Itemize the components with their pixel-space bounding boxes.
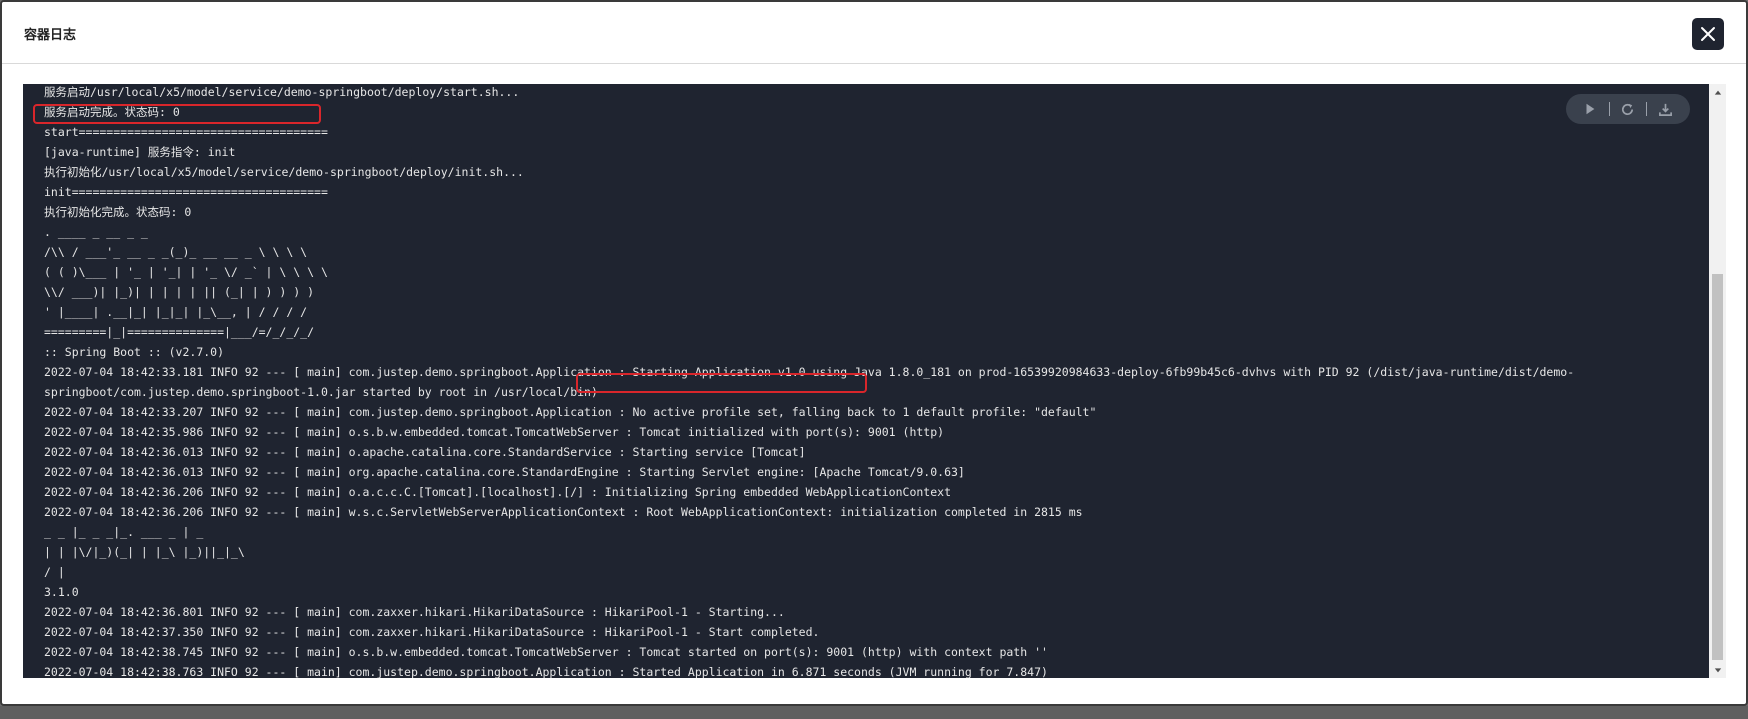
modal-backdrop [0,706,1748,719]
scroll-up-arrow-icon[interactable] [1709,84,1726,101]
ascii-banner-line: | | |\/|_)(_| | |_\ |_)||_|_\ [44,545,245,559]
ascii-banner-line: =========|_|==============|___/=/_/_/_/ [44,325,315,339]
log-line: 2022-07-04 18:42:36.206 INFO 92 --- [ ma… [44,505,1083,519]
ascii-banner-line: / | [44,565,65,579]
log-line: init====================================… [44,185,328,199]
refresh-icon [1622,103,1634,115]
toolbar-divider [1646,102,1648,116]
highlight-start-marker [33,104,321,124]
ascii-banner-line: /\\ / ___'_ __ _ _(_)_ __ __ _ \ \ \ \ [44,245,308,259]
log-line: 2022-07-04 18:42:38.763 INFO 92 --- [ ma… [44,665,1048,678]
log-line: 2022-07-04 18:42:38.745 INFO 92 --- [ ma… [44,645,1048,659]
ascii-banner-line: . ____ _ __ _ _ [44,225,148,239]
ascii-banner-line: ' |____| .__|_| |_|_| |_\__, | / / / / [44,305,308,319]
close-icon [1701,27,1715,41]
highlight-tomcat-initialized [576,373,867,393]
download-button[interactable] [1656,99,1676,119]
log-line: 3.1.0 [44,585,79,599]
dialog-title: 容器日志 [24,28,77,43]
log-viewer[interactable]: 服务启动/usr/local/x5/model/service/demo-spr… [23,84,1726,678]
log-toolbar [1566,94,1690,124]
log-line-tomcat-init: 2022-07-04 18:42:35.986 INFO 92 --- [ ma… [44,425,945,439]
log-line: 2022-07-04 18:42:33.207 INFO 92 --- [ ma… [44,405,1097,419]
ascii-banner-line: \\/ ___)| |_)| | | | | || (_| | ) ) ) ) [44,285,315,299]
log-line: 执行初始化完成。状态码: 0 [44,205,192,219]
scrollbar-thumb[interactable] [1712,274,1723,660]
ascii-banner-line: ( ( )\___ | '_ | '_| | '_ \/ _` | \ \ \ … [44,265,328,279]
log-line: 2022-07-04 18:42:36.206 INFO 92 --- [ ma… [44,485,951,499]
toolbar-divider [1608,102,1610,116]
log-line: 2022-07-04 18:42:36.013 INFO 92 --- [ ma… [44,465,965,479]
container-log-dialog: 容器日志 服务启动/usr/local/x5/model/service/dem… [0,0,1748,706]
close-button[interactable] [1692,18,1724,50]
dialog-header: 容器日志 [2,2,1746,64]
play-icon [1586,103,1595,115]
log-line: 2022-07-04 18:42:36.801 INFO 92 --- [ ma… [44,605,785,619]
scroll-down-arrow-icon[interactable] [1709,661,1726,678]
log-line: 2022-07-04 18:42:36.013 INFO 92 --- [ ma… [44,445,806,459]
log-line-start-marker: start===================================… [44,125,328,139]
download-icon [1659,103,1673,116]
log-line: [java-runtime] 服务指令: init [44,145,236,159]
ascii-banner-line: _ _ |_ _ _|_. ___ _ | _ [44,525,204,539]
log-line: 执行初始化/usr/local/x5/model/service/demo-sp… [44,165,524,179]
play-button[interactable] [1580,99,1600,119]
log-line: 服务启动/usr/local/x5/model/service/demo-spr… [44,85,520,99]
log-line: 2022-07-04 18:42:37.350 INFO 92 --- [ ma… [44,625,820,639]
log-line: :: Spring Boot :: (v2.7.0) [44,345,225,359]
refresh-button[interactable] [1618,99,1638,119]
vertical-scrollbar[interactable] [1709,84,1726,678]
